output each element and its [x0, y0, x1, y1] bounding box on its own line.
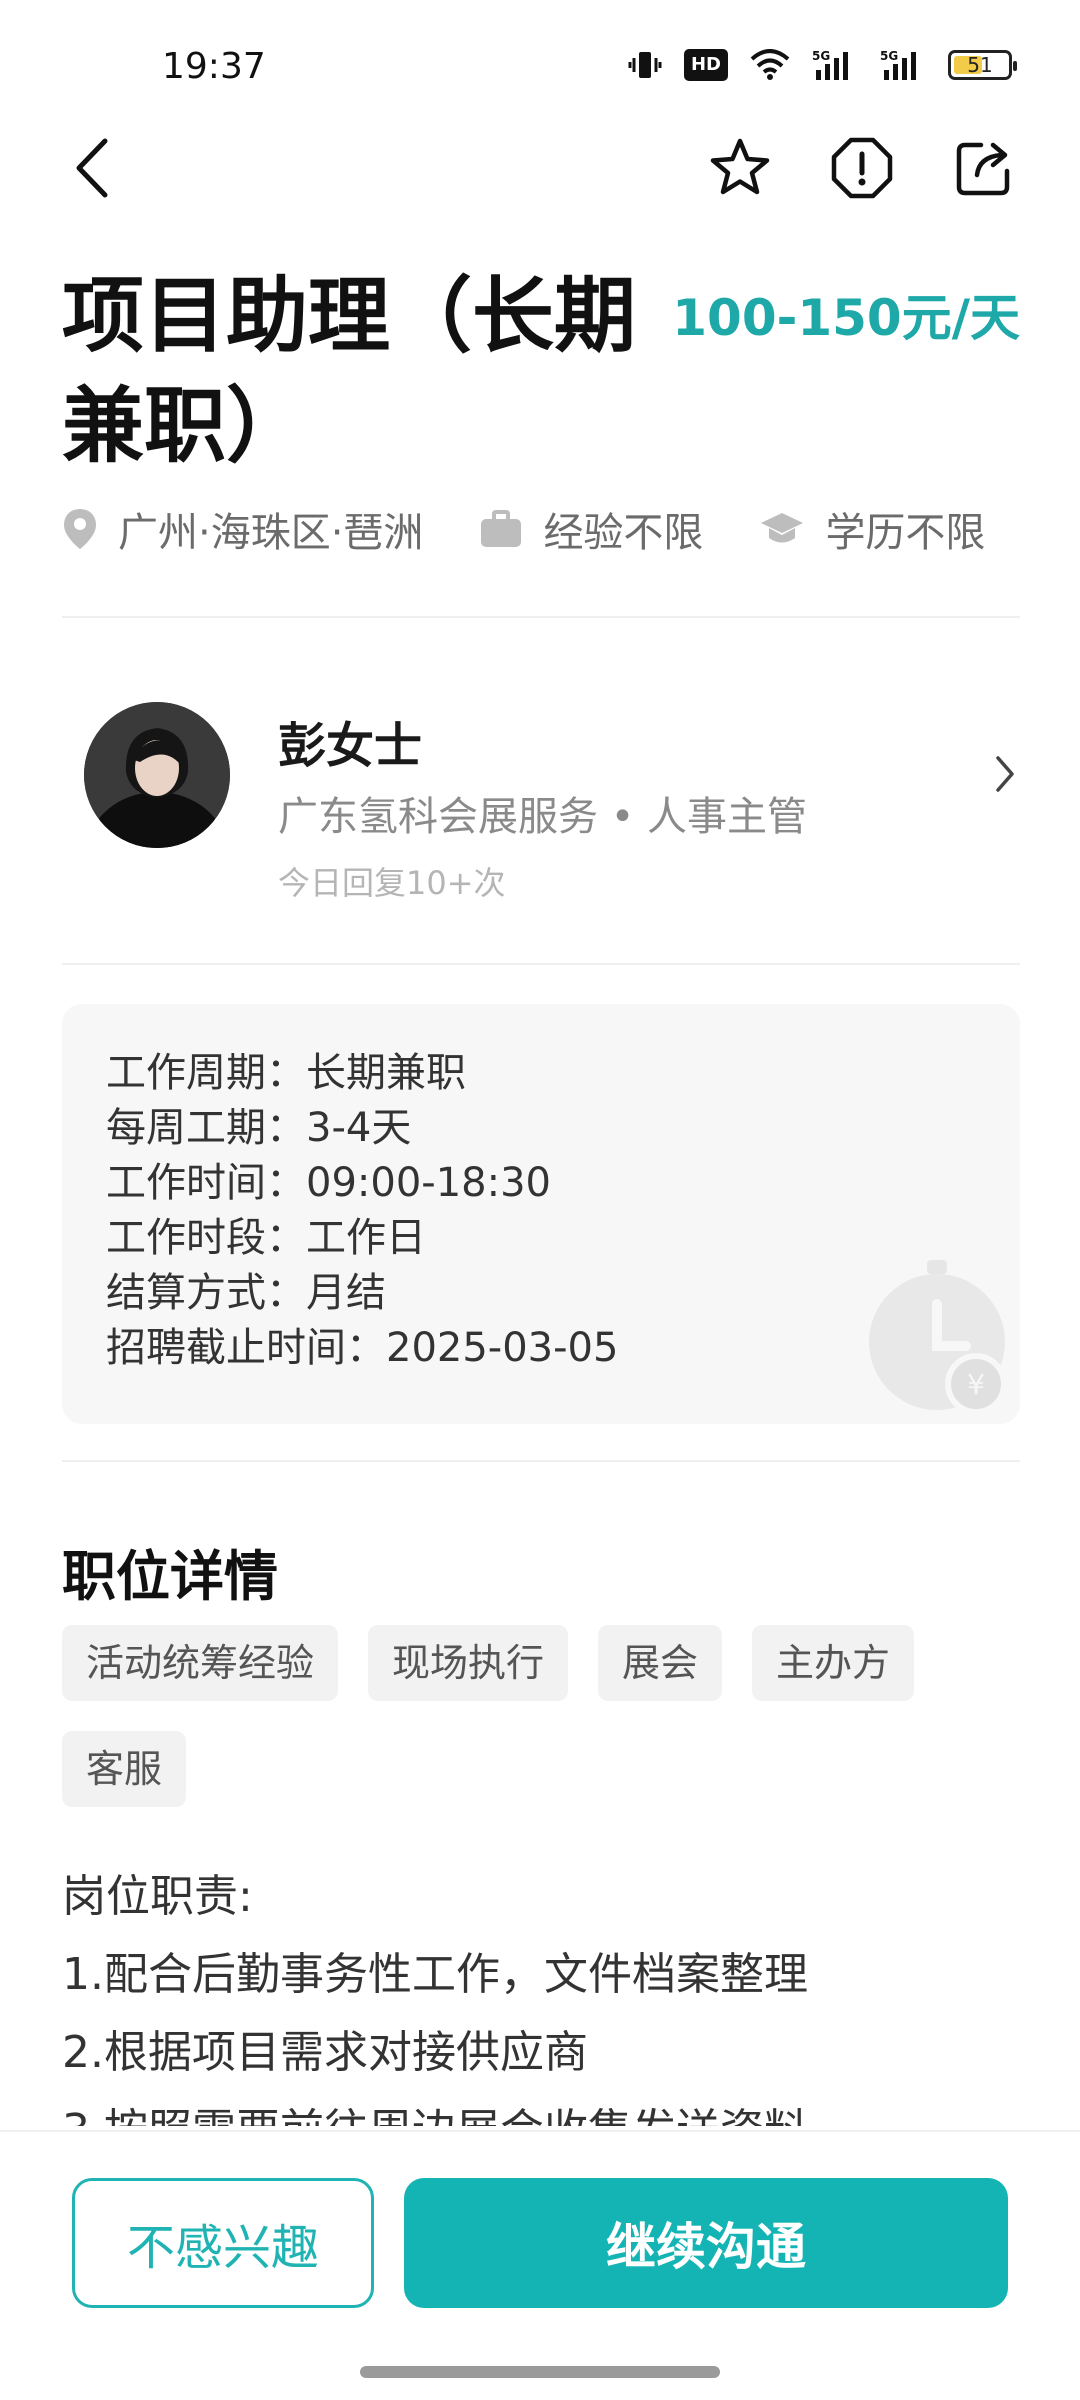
- salary: 100-150元/天: [672, 289, 1020, 347]
- description-line: 2.根据项目需求对接供应商: [62, 2027, 588, 2078]
- tag: 活动统筹经验: [62, 1625, 339, 1701]
- work-period: 工作周期：长期兼职: [106, 1050, 466, 1096]
- recruiter-company: 广东氢科会展服务 • 人事主管: [278, 794, 808, 840]
- graduation-cap-icon: [761, 513, 804, 543]
- job-title: 项目助理（长期兼职）: [62, 269, 637, 474]
- tag: 现场执行: [368, 1625, 569, 1701]
- hd-icon: HD: [683, 49, 728, 81]
- bottom-action-bar: 不感兴趣 继续沟通: [0, 2130, 1080, 2400]
- star-icon: [710, 138, 770, 195]
- vibrate-icon: [628, 48, 662, 82]
- status-icons: HD 5G 5G 51: [628, 48, 1017, 82]
- work-shift: 工作时段：工作日: [106, 1215, 426, 1261]
- signal-5g-icon-2: 5G: [880, 48, 926, 82]
- experience-text: 经验不限: [543, 510, 704, 556]
- top-nav: [0, 120, 1080, 250]
- divider: [62, 963, 1020, 965]
- battery-icon: 51: [948, 50, 1017, 80]
- back-arrow-icon: [76, 138, 108, 198]
- location-pin-icon: [64, 509, 96, 549]
- chevron-right-icon: [990, 752, 1020, 800]
- not-interested-button[interactable]: 不感兴趣: [72, 2178, 374, 2308]
- signal-2-label: 5G: [880, 49, 898, 63]
- days-per-week: 每周工期：3-4天: [106, 1105, 412, 1151]
- location-text: 广州·海珠区·琶洲: [118, 510, 424, 556]
- job-meta: 广州·海珠区·琶洲 经验不限 学历不限: [62, 500, 1041, 558]
- signal-5g-icon: 5G: [812, 48, 858, 82]
- recruiter-name: 彭女士: [278, 718, 423, 774]
- back-button[interactable]: [55, 128, 135, 208]
- tag: 展会: [598, 1625, 723, 1701]
- warning-icon: [831, 137, 893, 199]
- avatar: [84, 702, 230, 848]
- briefcase-icon: [481, 510, 522, 547]
- work-hours: 工作时间：09:00-18:30: [106, 1160, 551, 1206]
- tag: 主办方: [752, 1625, 915, 1701]
- status-bar: 19:37 HD 5G 5G 51: [0, 0, 1080, 120]
- deadline: 招聘截止时间：2025-03-05: [106, 1325, 619, 1371]
- education: 学历不限: [759, 500, 985, 558]
- share-icon: [956, 142, 1010, 196]
- home-indicator[interactable]: [360, 2366, 720, 2378]
- section-title: 职位详情: [62, 1545, 278, 1608]
- report-button[interactable]: [822, 128, 902, 208]
- location: 广州·海珠区·琶洲: [62, 500, 423, 558]
- description-line: 3.按照需要前往周边展会收集发送资料: [62, 2092, 1022, 2126]
- wifi-icon: [750, 49, 790, 81]
- tag: 客服: [62, 1731, 187, 1807]
- description-line: 岗位职责:: [62, 1871, 253, 1922]
- clock-money-icon: ¥: [864, 1260, 1014, 1424]
- svg-text:¥: ¥: [967, 1368, 985, 1401]
- description-line: 1.配合后勤事务性工作，文件档案整理: [62, 1949, 808, 2000]
- share-button[interactable]: [944, 128, 1024, 208]
- recruiter-card[interactable]: 彭女士 广东氢科会展服务 • 人事主管 今日回复10+次: [62, 660, 1020, 920]
- continue-chat-button[interactable]: 继续沟通: [404, 2178, 1008, 2308]
- job-info-card: 工作周期：长期兼职 每周工期：3-4天 工作时间：09:00-18:30 工作时…: [62, 1004, 1020, 1424]
- divider: [62, 1460, 1020, 1462]
- job-description: 岗位职责: 1.配合后勤事务性工作，文件档案整理 2.根据项目需求对接供应商 3…: [62, 1858, 1022, 2126]
- experience: 经验不限: [479, 500, 703, 558]
- reply-rate: 今日回复10+次: [278, 864, 506, 902]
- favorite-button[interactable]: [700, 128, 780, 208]
- signal-1-label: 5G: [812, 49, 830, 63]
- skill-tags: 活动统筹经验 现场执行 展会 主办方 客服: [62, 1625, 1042, 1807]
- status-time: 19:37: [162, 46, 266, 87]
- divider: [62, 616, 1020, 618]
- battery-level: 51: [967, 53, 993, 77]
- education-text: 学历不限: [825, 510, 986, 556]
- info-list: 工作周期：长期兼职 每周工期：3-4天 工作时间：09:00-18:30 工作时…: [106, 1046, 618, 1376]
- settlement: 结算方式：月结: [106, 1270, 386, 1316]
